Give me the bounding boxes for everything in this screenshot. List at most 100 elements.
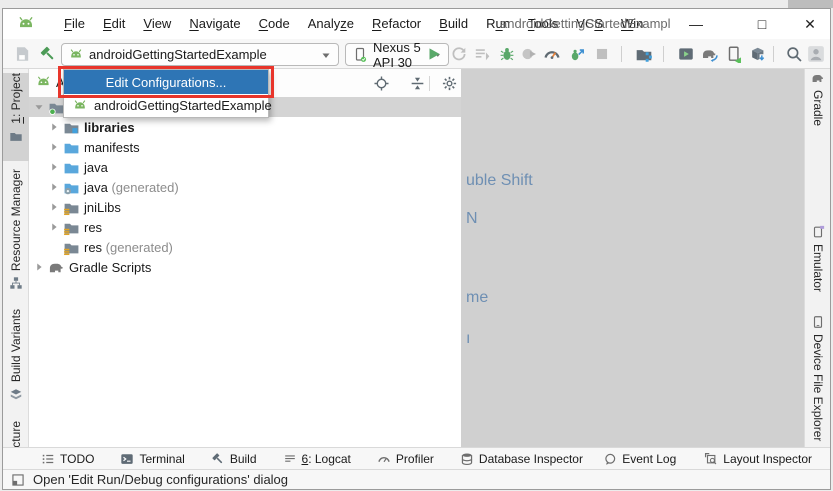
- tree-row-label: res: [84, 220, 102, 235]
- tree-row[interactable]: manifests: [29, 137, 461, 157]
- tool-window-bar-right: Event Log Layout Inspector: [603, 452, 830, 466]
- chevron-right-icon[interactable]: [47, 220, 61, 234]
- toolwindow-button-label: Database Inspector: [479, 452, 583, 466]
- popup-item[interactable]: androidGettingStartedExample: [64, 94, 268, 117]
- toolwindow-button-label: TODO: [60, 452, 94, 466]
- toolwindow-button-database-inspector[interactable]: Database Inspector: [460, 452, 583, 466]
- layout-inspector-icon: [704, 452, 718, 466]
- toolbar-divider: [773, 46, 774, 62]
- sidebar-item-1-project[interactable]: 1: Project: [3, 73, 29, 161]
- collapse-all-icon[interactable]: [409, 75, 426, 92]
- event-log-icon: [603, 452, 617, 466]
- minimize-button[interactable]: —: [679, 9, 713, 39]
- tree-row-label: manifests: [84, 140, 140, 155]
- menu-navigate[interactable]: Navigate: [180, 9, 249, 39]
- monitor-play-icon[interactable]: [675, 43, 697, 65]
- toolwindow-button-layout-inspector[interactable]: Layout Inspector: [704, 452, 812, 466]
- tool-window-bar-left: TODO Terminal Build 6: Logcat Profiler Databa…: [3, 452, 583, 466]
- tree-row[interactable]: Gradle Scripts: [29, 257, 461, 277]
- chevron-right-icon[interactable]: [47, 140, 61, 154]
- status-text: Open 'Edit Run/Debug configurations' dia…: [33, 472, 288, 487]
- hammer-green-icon[interactable]: [37, 43, 59, 65]
- build-variants-icon: [9, 387, 23, 401]
- apply-changes-icon[interactable]: [448, 43, 470, 65]
- android-studio-logo-icon: [16, 14, 36, 34]
- bug-icon[interactable]: [496, 43, 518, 65]
- tree-row[interactable]: jniLibs: [29, 197, 461, 217]
- menu-view[interactable]: View: [134, 9, 180, 39]
- popup-item[interactable]: Edit Configurations...: [64, 70, 268, 94]
- folder-dark-icon: [9, 129, 23, 143]
- toolwindow-button-6-logcat[interactable]: 6: Logcat: [283, 452, 351, 466]
- sidebar-item-device-file-explorer[interactable]: Device File Explorer: [805, 315, 831, 453]
- menu-code[interactable]: Code: [250, 9, 299, 39]
- chevron-right-icon[interactable]: [32, 260, 46, 274]
- apply-code-changes-icon[interactable]: [471, 43, 493, 65]
- run-configuration-label: androidGettingStartedExample: [89, 47, 267, 62]
- tool-windows-icon[interactable]: [11, 473, 25, 487]
- menu-analyze[interactable]: Analyze: [299, 9, 363, 39]
- chevron-right-icon[interactable]: [47, 200, 61, 214]
- editor-hint-fragment: N: [466, 210, 478, 228]
- folder-res-icon: [63, 199, 80, 216]
- play-icon[interactable]: [423, 43, 445, 65]
- toolwindow-button-build[interactable]: Build: [211, 452, 257, 466]
- todo-list-icon: [41, 452, 55, 466]
- phone-android-icon[interactable]: [723, 43, 745, 65]
- save-icon[interactable]: [11, 43, 33, 65]
- toolbar-divider: [663, 46, 664, 62]
- tree-row[interactable]: java (generated): [29, 177, 461, 197]
- database-icon: [460, 452, 474, 466]
- toolwindow-button-label: Layout Inspector: [723, 452, 812, 466]
- gradle-sync-icon[interactable]: [699, 43, 721, 65]
- attach-debugger-icon[interactable]: [518, 43, 540, 65]
- close-button[interactable]: ✕: [793, 9, 827, 39]
- maximize-button[interactable]: □: [745, 9, 779, 39]
- tree-row[interactable]: libraries: [29, 117, 461, 137]
- search-icon[interactable]: [783, 43, 805, 65]
- stop-icon[interactable]: [591, 43, 613, 65]
- gear-icon[interactable]: [441, 75, 458, 92]
- status-bar: Open 'Edit Run/Debug configurations' dia…: [3, 469, 830, 489]
- folder-generated-icon: [63, 179, 80, 196]
- toolwindow-button-label: 6: Logcat: [302, 452, 351, 466]
- hammer-dark-icon: [211, 452, 225, 466]
- folder-res-icon: [63, 239, 80, 256]
- toolwindow-button-event-log[interactable]: Event Log: [603, 452, 676, 466]
- toolwindow-button-label: Profiler: [396, 452, 434, 466]
- menu-refactor[interactable]: Refactor: [363, 9, 430, 39]
- tree-row[interactable]: java: [29, 157, 461, 177]
- sidebar-item-label: Gradle: [811, 90, 825, 126]
- toolwindow-button-profiler[interactable]: Profiler: [377, 452, 434, 466]
- menu-edit[interactable]: Edit: [94, 9, 134, 39]
- chevron-right-icon[interactable]: [47, 160, 61, 174]
- menu-build[interactable]: Build: [430, 9, 477, 39]
- sidebar-item-resource-manager[interactable]: Resource Manager: [3, 169, 29, 301]
- chevron-right-icon[interactable]: [47, 120, 61, 134]
- chevron-down-icon[interactable]: [32, 100, 46, 114]
- menu-file[interactable]: File: [55, 9, 94, 39]
- chevron-down-icon: [320, 49, 332, 61]
- tree-row-label: res (generated): [84, 240, 173, 255]
- elephant-icon: [811, 71, 825, 85]
- chevron-right-icon[interactable]: [47, 180, 61, 194]
- locate-icon[interactable]: [373, 75, 390, 92]
- left-tool-stripe: 1: Project Resource Manager Build Variants…: [3, 69, 29, 447]
- run-configuration-dropdown[interactable]: androidGettingStartedExample: [61, 43, 339, 66]
- toolwindow-button-todo[interactable]: TODO: [41, 452, 94, 466]
- sidebar-item-build-variants[interactable]: Build Variants: [3, 309, 29, 415]
- avatar-icon[interactable]: [805, 43, 827, 65]
- gauge-dark-icon[interactable]: [541, 43, 563, 65]
- sdk-box-icon[interactable]: [747, 43, 769, 65]
- elephant-icon: [48, 259, 65, 276]
- terminal-icon: [120, 452, 134, 466]
- tree-row[interactable]: res (generated): [29, 237, 461, 257]
- popup-item-label: androidGettingStartedExample: [94, 98, 272, 113]
- sidebar-item-emulator[interactable]: Emulator: [805, 225, 831, 311]
- sidebar-item-gradle[interactable]: Gradle: [805, 71, 831, 147]
- folder-blue-squares-icon[interactable]: [633, 43, 655, 65]
- tree-row[interactable]: res: [29, 217, 461, 237]
- bug-rerun-icon[interactable]: [566, 43, 588, 65]
- toolwindow-button-terminal[interactable]: Terminal: [120, 452, 184, 466]
- device-phone-icon: [352, 47, 368, 63]
